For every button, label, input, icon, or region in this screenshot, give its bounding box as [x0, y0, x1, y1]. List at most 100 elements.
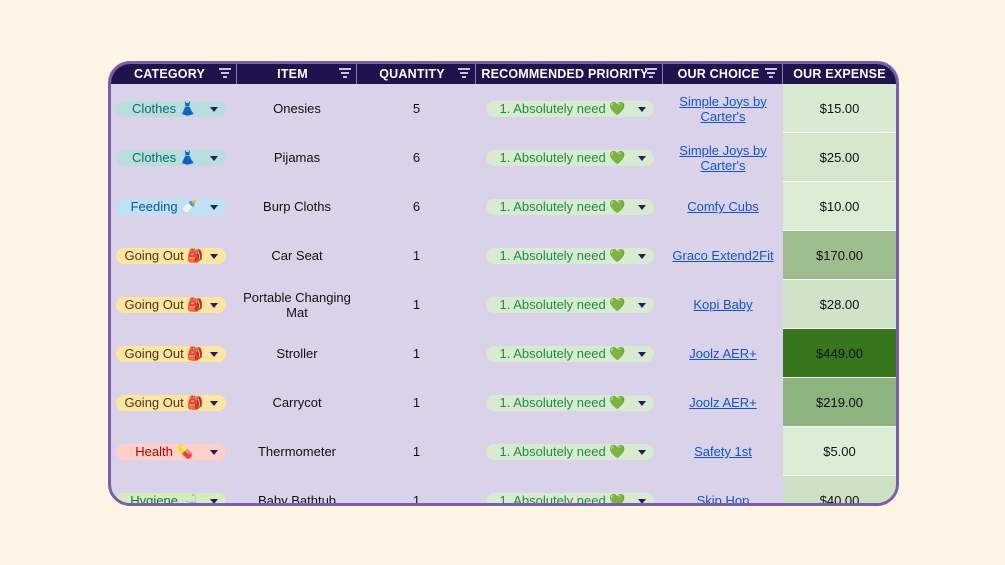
- filter-icon[interactable]: [645, 68, 657, 78]
- category-cell[interactable]: Going Out 🎒: [111, 378, 237, 427]
- chevron-down-icon[interactable]: [637, 498, 646, 503]
- category-cell[interactable]: Going Out 🎒: [111, 329, 237, 378]
- chevron-down-icon[interactable]: [637, 400, 646, 406]
- category-cell[interactable]: Feeding 🍼: [111, 182, 237, 231]
- priority-dropdown[interactable]: 1. Absolutely need 💚: [485, 247, 654, 264]
- quantity-cell[interactable]: 1: [357, 378, 476, 427]
- expense-cell[interactable]: $25.00: [783, 133, 896, 182]
- product-link[interactable]: Joolz AER+: [689, 346, 757, 361]
- chevron-down-icon[interactable]: [637, 155, 646, 161]
- priority-dropdown[interactable]: 1. Absolutely need 💚: [485, 443, 654, 460]
- item-cell[interactable]: Pijamas: [237, 133, 357, 182]
- chevron-down-icon[interactable]: [637, 302, 646, 308]
- priority-cell[interactable]: 1. Absolutely need 💚: [476, 427, 663, 476]
- filter-icon[interactable]: [219, 68, 231, 78]
- category-cell[interactable]: Going Out 🎒: [111, 231, 237, 280]
- item-cell[interactable]: Baby Bathtub: [237, 476, 357, 503]
- expense-cell[interactable]: $449.00: [783, 329, 896, 378]
- filter-icon[interactable]: [339, 68, 351, 78]
- chevron-down-icon[interactable]: [210, 351, 218, 357]
- priority-cell[interactable]: 1. Absolutely need 💚: [476, 378, 663, 427]
- priority-cell[interactable]: 1. Absolutely need 💚: [476, 84, 663, 133]
- category-dropdown[interactable]: Hygiene 🛁: [116, 492, 226, 503]
- priority-cell[interactable]: 1. Absolutely need 💚: [476, 280, 663, 329]
- category-cell[interactable]: Health 💊: [111, 427, 237, 476]
- expense-cell[interactable]: $170.00: [783, 231, 896, 280]
- quantity-cell[interactable]: 1: [357, 231, 476, 280]
- filter-icon[interactable]: [458, 68, 470, 78]
- chevron-down-icon[interactable]: [210, 106, 218, 112]
- chevron-down-icon[interactable]: [210, 204, 218, 210]
- chevron-down-icon[interactable]: [210, 400, 218, 406]
- quantity-cell[interactable]: 1: [357, 476, 476, 503]
- category-cell[interactable]: Going Out 🎒: [111, 280, 237, 329]
- table-row: Going Out 🎒 Car Seat 1 1. Absolutely need 💚…: [111, 231, 896, 280]
- quantity-cell[interactable]: 5: [357, 84, 476, 133]
- category-cell[interactable]: Clothes 👗: [111, 133, 237, 182]
- product-link[interactable]: Comfy Cubs: [687, 199, 759, 214]
- item-cell[interactable]: Car Seat: [237, 231, 357, 280]
- priority-cell[interactable]: 1. Absolutely need 💚: [476, 476, 663, 503]
- priority-dropdown[interactable]: 1. Absolutely need 💚: [485, 296, 654, 313]
- category-dropdown[interactable]: Going Out 🎒: [116, 345, 226, 362]
- quantity-cell[interactable]: 1: [357, 427, 476, 476]
- quantity-cell[interactable]: 1: [357, 280, 476, 329]
- chevron-down-icon[interactable]: [210, 449, 218, 455]
- product-link[interactable]: Simple Joys by Carter's: [663, 94, 783, 124]
- priority-cell[interactable]: 1. Absolutely need 💚: [476, 182, 663, 231]
- item-cell[interactable]: Stroller: [237, 329, 357, 378]
- priority-label: 1. Absolutely need 💚: [499, 444, 626, 459]
- chevron-down-icon[interactable]: [210, 302, 218, 308]
- category-label: Going Out 🎒: [124, 297, 204, 312]
- priority-dropdown[interactable]: 1. Absolutely need 💚: [485, 492, 654, 503]
- priority-dropdown[interactable]: 1. Absolutely need 💚: [485, 345, 654, 362]
- priority-dropdown[interactable]: 1. Absolutely need 💚: [485, 100, 654, 117]
- priority-dropdown[interactable]: 1. Absolutely need 💚: [485, 394, 654, 411]
- quantity-cell[interactable]: 1: [357, 329, 476, 378]
- category-dropdown[interactable]: Health 💊: [116, 443, 226, 460]
- category-dropdown[interactable]: Feeding 🍼: [116, 198, 226, 215]
- expense-cell[interactable]: $28.00: [783, 280, 896, 329]
- item-cell[interactable]: Thermometer: [237, 427, 357, 476]
- product-link[interactable]: Joolz AER+: [689, 395, 757, 410]
- chevron-down-icon[interactable]: [637, 253, 646, 259]
- expense-cell[interactable]: $15.00: [783, 84, 896, 133]
- quantity-cell[interactable]: 6: [357, 133, 476, 182]
- expense-cell[interactable]: $10.00: [783, 182, 896, 231]
- header-quantity: QUANTITY: [357, 64, 476, 84]
- quantity-cell[interactable]: 6: [357, 182, 476, 231]
- category-cell[interactable]: Hygiene 🛁: [111, 476, 237, 503]
- product-link[interactable]: Safety 1st: [694, 444, 752, 459]
- expense-cell[interactable]: $5.00: [783, 427, 896, 476]
- priority-label: 1. Absolutely need 💚: [499, 150, 626, 165]
- category-dropdown[interactable]: Going Out 🎒: [116, 296, 226, 313]
- expense-cell[interactable]: $40.00: [783, 476, 896, 503]
- expense-cell[interactable]: $219.00: [783, 378, 896, 427]
- chevron-down-icon[interactable]: [637, 106, 646, 112]
- priority-cell[interactable]: 1. Absolutely need 💚: [476, 231, 663, 280]
- chevron-down-icon[interactable]: [210, 498, 218, 503]
- category-dropdown[interactable]: Going Out 🎒: [116, 394, 226, 411]
- item-cell[interactable]: Portable Changing Mat: [237, 280, 357, 329]
- category-dropdown[interactable]: Going Out 🎒: [116, 247, 226, 264]
- item-cell[interactable]: Carrycot: [237, 378, 357, 427]
- priority-dropdown[interactable]: 1. Absolutely need 💚: [485, 198, 654, 215]
- product-link[interactable]: Skip Hop: [697, 493, 750, 503]
- category-dropdown[interactable]: Clothes 👗: [116, 100, 226, 117]
- priority-cell[interactable]: 1. Absolutely need 💚: [476, 133, 663, 182]
- chevron-down-icon[interactable]: [637, 449, 646, 455]
- product-link[interactable]: Kopi Baby: [693, 297, 752, 312]
- chevron-down-icon[interactable]: [210, 253, 218, 259]
- category-dropdown[interactable]: Clothes 👗: [116, 149, 226, 166]
- category-cell[interactable]: Clothes 👗: [111, 84, 237, 133]
- chevron-down-icon[interactable]: [637, 351, 646, 357]
- product-link[interactable]: Simple Joys by Carter's: [663, 143, 783, 173]
- item-cell[interactable]: Burp Cloths: [237, 182, 357, 231]
- item-cell[interactable]: Onesies: [237, 84, 357, 133]
- priority-dropdown[interactable]: 1. Absolutely need 💚: [485, 149, 654, 166]
- chevron-down-icon[interactable]: [637, 204, 646, 210]
- chevron-down-icon[interactable]: [210, 155, 218, 161]
- product-link[interactable]: Graco Extend2Fit: [672, 248, 773, 263]
- priority-cell[interactable]: 1. Absolutely need 💚: [476, 329, 663, 378]
- filter-icon[interactable]: [765, 68, 777, 78]
